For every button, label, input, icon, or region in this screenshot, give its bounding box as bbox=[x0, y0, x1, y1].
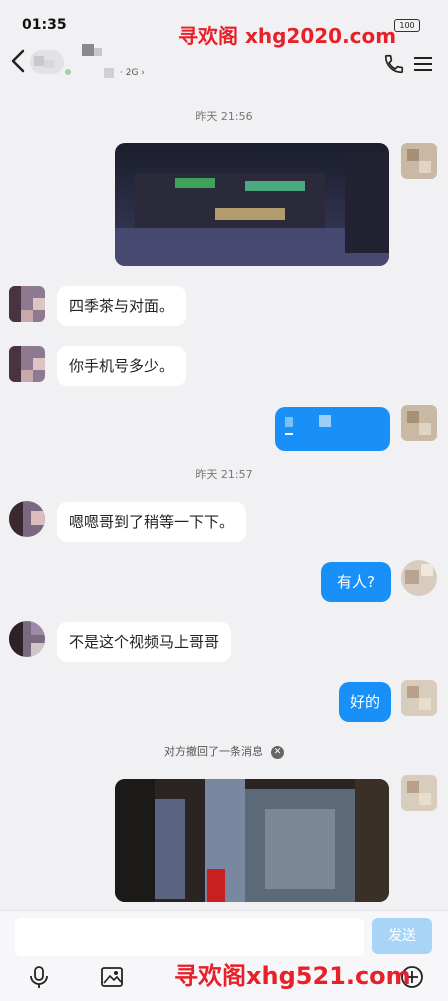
battery-icon: 100 bbox=[394, 19, 420, 32]
contact-name-blur bbox=[65, 44, 114, 78]
my-avatar[interactable] bbox=[401, 680, 437, 716]
received-message[interactable]: 你手机号多少。 bbox=[57, 346, 187, 386]
sent-photo-message[interactable] bbox=[115, 143, 389, 266]
back-icon[interactable] bbox=[8, 46, 28, 76]
timestamp: 昨天 21:56 bbox=[195, 110, 253, 123]
contact-avatar-msg[interactable] bbox=[9, 286, 45, 322]
my-avatar[interactable] bbox=[401, 775, 437, 811]
received-message[interactable]: 不是这个视频马上哥哥 bbox=[57, 622, 232, 662]
phone-icon[interactable] bbox=[383, 53, 405, 75]
send-button[interactable]: 发送 bbox=[372, 918, 432, 954]
network-status[interactable]: · 2G › bbox=[120, 68, 145, 78]
sent-photo-message[interactable] bbox=[115, 779, 389, 902]
image-icon[interactable] bbox=[99, 964, 125, 990]
received-message[interactable]: 嗯嗯哥到了稍等一下下。 bbox=[57, 502, 247, 542]
my-avatar[interactable] bbox=[401, 560, 437, 596]
mic-icon[interactable] bbox=[26, 964, 52, 990]
contact-avatar-msg[interactable] bbox=[9, 346, 45, 382]
close-icon[interactable]: ✕ bbox=[271, 745, 284, 759]
contact-avatar[interactable] bbox=[30, 48, 64, 76]
sent-message[interactable]: 有人? bbox=[321, 562, 391, 602]
recall-notice: 对方撤回了一条消息 ✕ bbox=[0, 743, 448, 759]
status-time: 01:35 bbox=[22, 17, 67, 33]
recall-text: 对方撤回了一条消息 bbox=[164, 745, 263, 758]
contact-avatar-msg[interactable] bbox=[9, 621, 45, 657]
received-message[interactable]: 四季茶与对面。 bbox=[57, 286, 187, 326]
timestamp: 昨天 21:57 bbox=[195, 468, 253, 481]
contact-avatar-msg[interactable] bbox=[9, 501, 45, 537]
sent-message[interactable]: 好的 bbox=[339, 682, 391, 722]
message-input[interactable] bbox=[15, 918, 364, 956]
my-avatar[interactable] bbox=[401, 405, 437, 441]
menu-icon[interactable] bbox=[414, 56, 432, 72]
my-avatar[interactable] bbox=[401, 143, 437, 179]
sent-message-redacted[interactable] bbox=[275, 407, 390, 451]
watermark-bottom: 寻欢阁xhg521.com bbox=[174, 962, 411, 990]
